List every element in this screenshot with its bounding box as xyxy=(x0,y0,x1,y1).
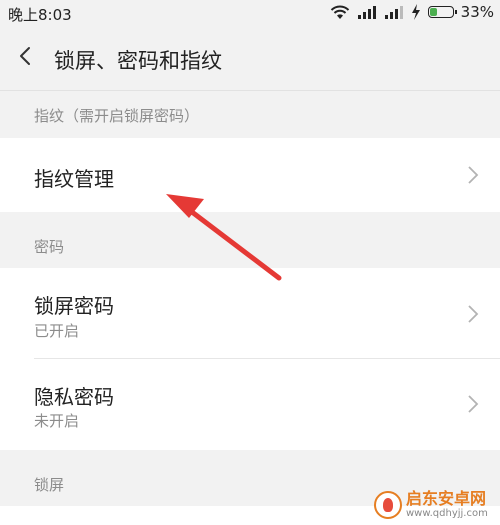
charging-icon xyxy=(411,4,420,20)
fingerprint-manage-label: 指纹管理 xyxy=(34,167,114,191)
section-label-password: 密码 xyxy=(34,238,65,256)
app-header: 锁屏、密码和指纹 xyxy=(0,26,500,91)
status-icons: 33% xyxy=(330,3,494,21)
chevron-right-icon xyxy=(468,305,479,323)
privacy-password-title: 隐私密码 xyxy=(34,385,114,409)
lock-password-title: 锁屏密码 xyxy=(34,294,114,318)
watermark-logo-icon xyxy=(374,491,402,519)
battery-level xyxy=(429,8,437,16)
battery-percent: 33% xyxy=(460,3,494,21)
status-time: 晚上8:03 xyxy=(8,6,72,24)
privacy-password-status: 未开启 xyxy=(34,412,80,430)
wifi-icon xyxy=(330,5,349,19)
watermark-name: 启东安卓网 xyxy=(406,489,487,508)
chevron-right-icon xyxy=(468,395,479,413)
battery-icon xyxy=(427,6,457,18)
watermark: 启东安卓网 www.qdhyjj.com xyxy=(374,488,496,522)
lock-password-status: 已开启 xyxy=(34,322,80,340)
watermark-url: www.qdhyjj.com xyxy=(406,508,488,519)
signal-icon-2 xyxy=(384,6,403,19)
lock-password-item[interactable]: 锁屏密码 已开启 xyxy=(0,268,500,358)
back-arrow-icon[interactable] xyxy=(14,44,38,68)
watermark-text: 启东安卓网 www.qdhyjj.com xyxy=(406,490,488,520)
page-title: 锁屏、密码和指纹 xyxy=(54,49,222,73)
section-label-lockscreen: 锁屏 xyxy=(34,476,65,494)
privacy-password-item[interactable]: 隐私密码 未开启 xyxy=(0,359,500,450)
chevron-right-icon xyxy=(468,166,479,184)
section-label-fingerprint: 指纹（需开启锁屏密码） xyxy=(34,107,200,125)
signal-icon xyxy=(357,6,376,19)
fingerprint-manage-item[interactable]: 指纹管理 xyxy=(0,138,500,212)
status-bar: 晚上8:03 33% xyxy=(0,0,500,26)
